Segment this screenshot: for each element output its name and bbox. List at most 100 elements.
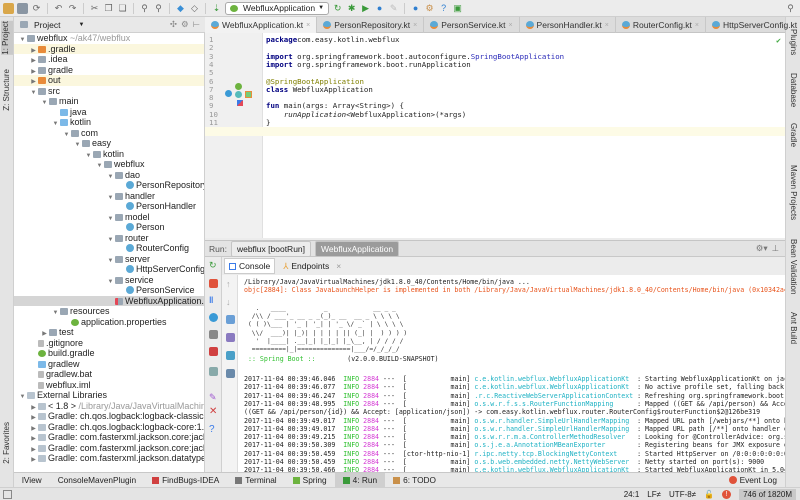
tree-item[interactable]: PersonRepository bbox=[14, 180, 204, 191]
project-tool-button[interactable]: 1: Project bbox=[1, 21, 13, 55]
tree-item[interactable]: ▶Gradle: ch.qos.logback:logback-classic:… bbox=[14, 411, 204, 422]
favorites-tool-button[interactable]: 2: Favorites bbox=[2, 422, 11, 464]
stop-icon[interactable] bbox=[209, 279, 218, 288]
tree-item[interactable]: ▶Gradle: ch.qos.logback:logback-core:1.2… bbox=[14, 422, 204, 433]
chevron-down-icon[interactable]: ▼ bbox=[78, 22, 84, 28]
close-icon[interactable]: × bbox=[306, 22, 310, 29]
build-icon[interactable]: ⇣ bbox=[211, 3, 222, 14]
down-icon[interactable]: ↓ bbox=[226, 297, 235, 306]
tree-item[interactable]: Person bbox=[14, 222, 204, 233]
kotlin-run-gutter-icon[interactable] bbox=[237, 100, 243, 106]
debug-icon[interactable]: ✱ bbox=[346, 3, 357, 14]
trash-icon[interactable] bbox=[226, 369, 235, 378]
tree-item[interactable]: webflux.iml bbox=[14, 380, 204, 391]
editor-tab[interactable]: PersonRepository.kt× bbox=[317, 17, 424, 33]
rerun-icon[interactable]: ↻ bbox=[332, 3, 343, 14]
tree-item[interactable]: ▼server bbox=[14, 254, 204, 265]
print-icon[interactable] bbox=[226, 351, 235, 360]
tree-item[interactable]: WebfluxApplication.kt bbox=[14, 296, 204, 307]
close-icon[interactable]: × bbox=[695, 22, 699, 29]
tree-item[interactable]: ▼router bbox=[14, 233, 204, 244]
structure-tool-button[interactable]: Z: Structure bbox=[2, 69, 11, 111]
bean-validation-tool-button[interactable]: Bean Validation bbox=[789, 239, 798, 294]
line-separator[interactable]: LF≠ bbox=[647, 490, 661, 499]
tree-item[interactable]: ▼handler bbox=[14, 191, 204, 202]
rerun-icon[interactable]: ↻ bbox=[209, 261, 218, 270]
tree-item[interactable]: ▶test bbox=[14, 327, 204, 338]
replace-icon[interactable]: ⚲ bbox=[153, 3, 164, 14]
ant-build-tool-button[interactable]: Ant Build bbox=[789, 312, 798, 344]
editor-tab[interactable]: RouterConfig.kt× bbox=[616, 17, 706, 33]
cut-icon[interactable]: ✂ bbox=[89, 3, 100, 14]
soft-wrap-icon[interactable] bbox=[226, 315, 235, 324]
tree-item[interactable]: PersonHandler bbox=[14, 201, 204, 212]
hide-icon[interactable]: ⊢ bbox=[193, 19, 200, 30]
class-gutter-icon[interactable] bbox=[225, 90, 232, 97]
tree-item[interactable]: ▼com bbox=[14, 128, 204, 139]
file-encoding[interactable]: UTF-8≠ bbox=[669, 490, 696, 499]
paste-icon[interactable]: ❏ bbox=[117, 3, 128, 14]
tree-item[interactable]: ▼webflux ~/ak47/webflux bbox=[14, 33, 204, 44]
memory-indicator[interactable]: 746 of 1820M bbox=[739, 489, 796, 500]
tree-item[interactable]: PersonService bbox=[14, 285, 204, 296]
tree-item[interactable]: ▶.gradle bbox=[14, 44, 204, 55]
redo-icon[interactable]: ↷ bbox=[67, 3, 78, 14]
tree-item[interactable]: ▼dao bbox=[14, 170, 204, 181]
coverage-icon[interactable]: ▶ bbox=[360, 3, 371, 14]
run-configuration-select[interactable]: WebfluxApplication ▼ bbox=[225, 2, 329, 15]
tree-item[interactable]: ▼kotlin bbox=[14, 149, 204, 160]
help-icon[interactable]: ? bbox=[438, 3, 449, 14]
tree-item[interactable]: .gitignore bbox=[14, 338, 204, 349]
project-structure-icon[interactable]: ⚙ bbox=[424, 3, 435, 14]
status-icon[interactable] bbox=[3, 490, 12, 499]
copy-icon[interactable]: ❐ bbox=[103, 3, 114, 14]
tool-window-spring[interactable]: Spring bbox=[285, 473, 335, 488]
tree-item[interactable]: ▼resources bbox=[14, 306, 204, 317]
hide-panel-icon[interactable]: ⊥ bbox=[772, 243, 779, 254]
tree-item[interactable]: ▼model bbox=[14, 212, 204, 223]
tool-window-4-run[interactable]: 4: Run bbox=[335, 473, 385, 488]
tree-item[interactable]: ▼main bbox=[14, 96, 204, 107]
tool-window-findbugs-idea[interactable]: FindBugs-IDEA bbox=[144, 473, 227, 488]
exit-icon[interactable] bbox=[209, 347, 218, 356]
tree-item[interactable]: HttpServerConfig bbox=[14, 264, 204, 275]
chevron-right-icon[interactable]: ▶ bbox=[29, 455, 38, 466]
tree-item[interactable]: ▶out bbox=[14, 75, 204, 86]
sdk-icon[interactable]: ● bbox=[410, 3, 421, 14]
help-icon[interactable]: ? bbox=[209, 425, 218, 434]
event-log-button[interactable]: Event Log bbox=[721, 473, 785, 488]
close-icon[interactable]: × bbox=[336, 261, 341, 271]
tree-item[interactable]: java bbox=[14, 107, 204, 118]
caret-position[interactable]: 24:1 bbox=[624, 490, 640, 499]
close-icon[interactable]: × bbox=[508, 22, 512, 29]
tree-item[interactable]: ▶Gradle: com.fasterxml.jackson.datatype:… bbox=[14, 453, 204, 464]
up-icon[interactable]: ↑ bbox=[226, 279, 235, 288]
tree-item[interactable]: ▼src bbox=[14, 86, 204, 97]
tool-window-lview[interactable]: lView bbox=[14, 473, 50, 488]
close-icon[interactable]: × bbox=[605, 22, 609, 29]
tree-item[interactable]: ▼service bbox=[14, 275, 204, 286]
tree-item[interactable]: build.gradle bbox=[14, 348, 204, 359]
profile-icon[interactable]: ● bbox=[374, 3, 385, 14]
tree-item[interactable]: ▶.idea bbox=[14, 54, 204, 65]
dump-threads-icon[interactable] bbox=[209, 313, 218, 322]
tree-item[interactable]: ▶gradle bbox=[14, 65, 204, 76]
layout-icon[interactable] bbox=[209, 367, 218, 376]
tree-item[interactable]: gradlew.bat bbox=[14, 369, 204, 380]
tab-console[interactable]: Console bbox=[224, 258, 275, 274]
tree-item[interactable]: gradlew bbox=[14, 359, 204, 370]
run-gutter-icon[interactable] bbox=[245, 91, 252, 98]
tool-window-consolemavenplugin[interactable]: ConsoleMavenPlugin bbox=[50, 473, 144, 488]
tree-item[interactable]: ▼easy bbox=[14, 138, 204, 149]
scroll-from-source-icon[interactable]: ✣ bbox=[170, 19, 177, 30]
run-tab-bootrun[interactable]: webflux [bootRun] bbox=[231, 241, 311, 257]
forward-icon[interactable]: ◇ bbox=[189, 3, 200, 14]
editor-tab[interactable]: PersonHandler.kt× bbox=[520, 17, 616, 33]
save-icon[interactable] bbox=[17, 3, 28, 14]
editor-tab[interactable]: HttpServerConfig.kt× bbox=[706, 17, 800, 33]
maven-projects-tool-button[interactable]: Maven Projects bbox=[789, 165, 798, 220]
run-tab-webflux-application[interactable]: WebfluxApplication bbox=[315, 241, 399, 257]
close-icon[interactable]: ✕ bbox=[209, 407, 218, 416]
code-editor[interactable]: 123456789101112 packagecom.easy.kotlin.w… bbox=[205, 33, 785, 238]
stop-icon[interactable]: ✎ bbox=[388, 3, 399, 14]
